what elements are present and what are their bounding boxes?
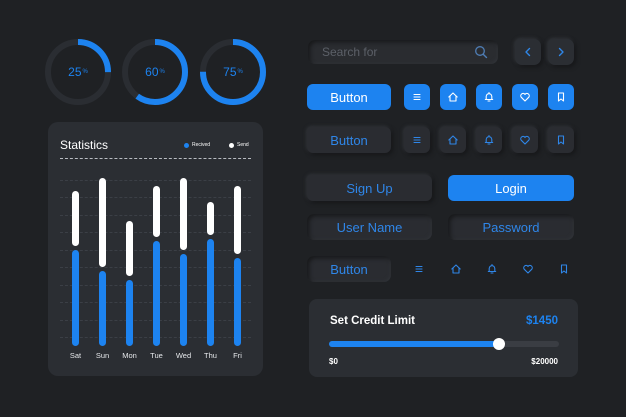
credit-slider-min: $0	[329, 357, 338, 366]
search-icon[interactable]	[474, 45, 488, 59]
credit-slider-thumb[interactable]	[493, 338, 506, 350]
menu-button-dark[interactable]	[404, 127, 430, 153]
bell-icon	[484, 91, 494, 102]
grid-line	[60, 179, 251, 181]
credit-limit-amount: $1450	[526, 315, 558, 327]
bookmark-button-dark[interactable]	[548, 127, 574, 153]
bar-received-thu	[207, 239, 214, 346]
login-button[interactable]: Login	[448, 175, 574, 201]
day-label-wed: Wed	[175, 351, 192, 360]
home-icon	[451, 264, 461, 274]
bookmark-icon	[557, 92, 565, 102]
username-field[interactable]: User Name	[307, 214, 432, 240]
legend-send: Send	[229, 142, 249, 148]
progress-ring-25: 25%	[45, 39, 111, 105]
bar-received-tue	[153, 241, 160, 346]
progress-ring-suffix: %	[159, 69, 165, 75]
bookmark-button-plain[interactable]	[555, 260, 573, 278]
third-button[interactable]: Button	[307, 256, 391, 282]
statistics-title: Statistics	[60, 138, 109, 152]
bar-send-sat	[72, 191, 79, 247]
next-button[interactable]	[548, 39, 574, 65]
menu-icon	[415, 265, 423, 273]
home-icon	[448, 135, 458, 145]
bar-send-thu	[207, 202, 214, 236]
favorite-button-dark[interactable]	[512, 127, 538, 153]
progress-ring-60: 60%	[122, 39, 188, 105]
bookmark-button[interactable]	[548, 84, 574, 110]
notification-button[interactable]	[476, 84, 502, 110]
day-label-sat: Sat	[69, 351, 82, 360]
sign-up-button[interactable]: Sign Up	[307, 175, 432, 201]
menu-button[interactable]	[404, 84, 430, 110]
day-label-tue: Tue	[150, 351, 163, 360]
heart-icon	[520, 135, 530, 145]
day-label-sun: Sun	[95, 351, 110, 360]
prev-button[interactable]	[515, 39, 541, 65]
bar-send-sun	[99, 178, 106, 267]
notification-button-dark[interactable]	[476, 127, 502, 153]
favorite-button[interactable]	[512, 84, 538, 110]
legend-label-send: Send	[237, 142, 249, 148]
legend-dot-send	[229, 142, 234, 148]
credit-limit-card: Set Credit Limit $1450 $0 $20000	[309, 299, 578, 377]
statistics-divider	[60, 158, 251, 159]
home-button-plain[interactable]	[447, 260, 465, 278]
legend-label-received: Recived	[192, 142, 211, 148]
chevron-right-icon	[558, 47, 564, 57]
home-button-dark[interactable]	[440, 127, 466, 153]
credit-slider-fill	[329, 341, 500, 347]
statistics-card: Statistics Recived Send Sat Sun Mon Tue Wed T…	[48, 122, 263, 376]
search-input[interactable]: Search for	[322, 45, 377, 59]
menu-icon	[413, 93, 421, 101]
progress-ring-suffix: %	[82, 69, 88, 75]
heart-icon	[520, 92, 530, 102]
bar-send-mon	[126, 220, 133, 276]
notification-button-plain[interactable]	[483, 260, 501, 278]
legend-received: Recived	[184, 142, 210, 148]
bar-received-sat	[72, 250, 79, 346]
menu-icon	[413, 136, 421, 144]
progress-ring-value: 25	[68, 65, 82, 79]
bar-received-fri	[234, 257, 241, 346]
progress-ring-suffix: %	[237, 69, 243, 75]
credit-slider-max: $20000	[531, 357, 558, 366]
bar-send-wed	[180, 178, 187, 250]
password-field[interactable]: Password	[448, 214, 574, 240]
bar-received-sun	[99, 270, 106, 346]
bell-icon	[484, 134, 494, 145]
home-icon	[448, 92, 458, 102]
primary-button[interactable]: Button	[307, 84, 391, 110]
progress-ring-75: 75%	[200, 39, 266, 105]
menu-button-plain[interactable]	[410, 260, 428, 278]
credit-limit-title: Set Credit Limit	[330, 315, 415, 327]
progress-ring-value: 60	[145, 65, 159, 79]
bar-send-fri	[234, 185, 241, 254]
day-label-mon: Mon	[122, 351, 137, 360]
home-button[interactable]	[440, 84, 466, 110]
day-label-thu: Thu	[204, 351, 217, 360]
bar-send-tue	[153, 185, 160, 238]
chevron-left-icon	[525, 47, 531, 57]
bookmark-icon	[560, 264, 568, 274]
search-bar[interactable]: Search for	[308, 40, 498, 64]
bookmark-icon	[557, 135, 565, 145]
day-label-fri: Fri	[233, 351, 242, 360]
bar-received-mon	[126, 279, 133, 346]
progress-ring-value: 75	[223, 65, 237, 79]
secondary-button[interactable]: Button	[307, 127, 391, 153]
heart-icon	[523, 264, 533, 274]
bar-received-wed	[180, 254, 187, 346]
bell-icon	[487, 263, 497, 274]
favorite-button-plain[interactable]	[519, 260, 537, 278]
legend-dot-received	[184, 142, 189, 148]
